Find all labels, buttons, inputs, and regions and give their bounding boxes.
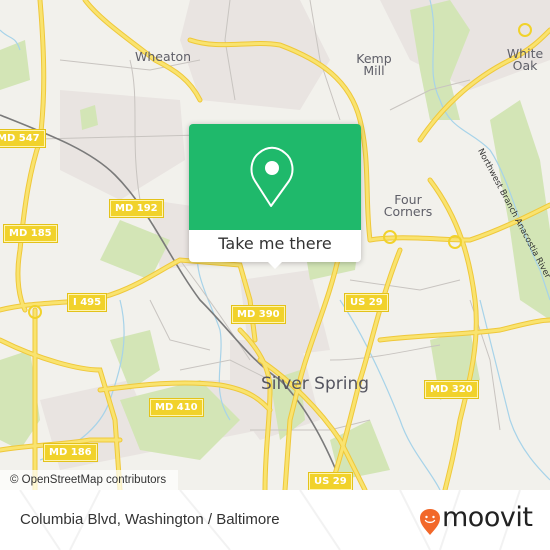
road-shield-i-495: I 495: [66, 293, 108, 312]
place-label-wheaton: Wheaton: [135, 49, 192, 64]
place-label-white-oak: White Oak: [506, 46, 544, 73]
place-label-kemp-mill: Kemp Mill: [356, 51, 392, 78]
road-shield-md-547: MD 547: [0, 129, 46, 148]
road-shield-md-185: MD 185: [3, 224, 58, 243]
take-me-there-button[interactable]: Take me there: [189, 230, 361, 262]
road-shield-md-390: MD 390: [231, 305, 286, 324]
road-shield-md-186: MD 186: [43, 443, 98, 462]
location-title: Columbia Blvd, Washington / Baltimore: [20, 511, 280, 528]
road-shield-md-320: MD 320: [424, 380, 479, 399]
road-shield-md-410: MD 410: [149, 398, 204, 417]
popup-pointer: [267, 261, 283, 269]
map-pin-icon: [250, 146, 294, 207]
map[interactable]: Wheaton Kemp Mill White Oak Four Corners…: [0, 0, 550, 490]
place-label-silver-spring: Silver Spring: [261, 374, 370, 394]
popup-header: [189, 124, 361, 230]
moovit-pin-icon: [420, 509, 440, 535]
road-shield-us-29-south: US 29: [308, 472, 353, 490]
place-label-four-corners: Four Corners: [383, 192, 433, 219]
moovit-wordmark: moovit: [442, 502, 533, 533]
road-shield-us-29-north: US 29: [344, 293, 389, 312]
destination-popup: Take me there: [189, 124, 361, 269]
road-shield-md-192: MD 192: [109, 199, 164, 218]
map-attribution[interactable]: © OpenStreetMap contributors: [0, 470, 179, 490]
